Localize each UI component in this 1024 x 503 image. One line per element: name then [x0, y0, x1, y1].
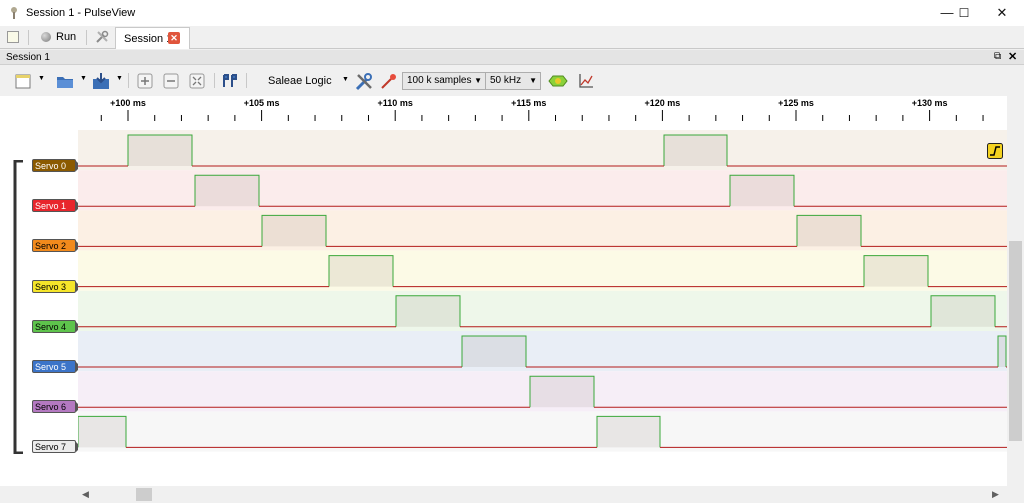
run-button[interactable]: Run — [38, 29, 78, 46]
zoom-out-icon[interactable] — [162, 72, 180, 90]
tab-session-1[interactable]: Session 1 ✕ — [115, 27, 190, 49]
time-ruler[interactable]: +100 ms +105 ms +110 ms +115 ms +120 ms +125 … — [78, 96, 1007, 130]
pulse-high-region — [730, 175, 794, 207]
ruler-tick-label: +115 ms — [511, 98, 547, 108]
channel-label-servo-4[interactable]: Servo 4 — [32, 319, 81, 333]
device-selector[interactable]: Saleae Logic ▼ — [256, 72, 352, 90]
title-bar: Session 1 - PulseView — ☐ ✕ — [0, 0, 1024, 26]
toolbar-separator — [246, 73, 247, 88]
scroll-left-icon[interactable]: ◀ — [82, 489, 89, 500]
channel-group-bracket — [13, 160, 23, 454]
session-dock-title: Session 1 — [6, 52, 50, 63]
new-view-icon[interactable] — [7, 31, 19, 43]
pulseview-app-icon — [11, 7, 17, 19]
toolbar-separator — [214, 73, 215, 88]
close-window-button[interactable]: ✕ — [985, 0, 1019, 26]
horizontal-scroll-thumb[interactable] — [136, 488, 152, 501]
channel-label-servo-0[interactable]: Servo 0 — [32, 159, 81, 172]
chevron-down-icon: ▼ — [474, 76, 482, 85]
zoom-in-icon[interactable] — [136, 72, 154, 90]
pulse-high-region — [998, 336, 1006, 367]
ruler-tick-label: +130 ms — [911, 98, 948, 108]
pulse-high-region — [262, 215, 326, 247]
probe-channels-icon[interactable] — [380, 72, 398, 90]
device-config-tools-icon[interactable] — [354, 72, 374, 92]
pulse-high-region — [329, 255, 393, 287]
channel-row-background — [78, 411, 1007, 452]
chevron-down-icon: ▼ — [342, 76, 349, 83]
channel-label-servo-7[interactable]: Servo 7 — [32, 440, 81, 454]
ruler-tick-label: +110 ms — [377, 98, 413, 108]
pulse-high-region — [664, 135, 727, 166]
pulse-high-region — [396, 295, 460, 327]
add-decoder-icon[interactable] — [548, 72, 568, 90]
channel-label-servo-6[interactable]: Servo 6 — [32, 400, 81, 414]
channel-label-servo-5[interactable]: Servo 5 — [32, 360, 81, 373]
pulse-high-region — [195, 175, 259, 207]
vertical-scrollbar[interactable] — [1007, 96, 1024, 486]
device-name: Saleae Logic — [268, 75, 332, 87]
settings-tools-icon[interactable] — [95, 30, 109, 44]
channel-row-background — [78, 331, 1007, 372]
window-title: Session 1 - PulseView — [26, 7, 136, 19]
channel-label-servo-2[interactable]: Servo 2 — [32, 239, 81, 253]
chevron-down-icon[interactable]: ▼ — [80, 75, 87, 82]
vertical-scroll-thumb[interactable] — [1009, 241, 1022, 441]
chevron-down-icon[interactable]: ▼ — [116, 75, 123, 82]
maximize-button[interactable]: ☐ — [947, 0, 981, 26]
session-toolbar: ▼ ▼ ▼ Saleae Logic ▼ 100 k samples ▼ 50 … — [0, 66, 1024, 96]
ruler-tick-label: +100 ms — [110, 98, 146, 108]
pulse-high-region — [462, 336, 526, 367]
float-dock-icon[interactable]: ⧉ — [994, 51, 1001, 62]
toolbar-separator — [86, 30, 87, 45]
chevron-down-icon: ▼ — [529, 76, 537, 85]
channel-row-background — [78, 290, 1007, 331]
new-session-icon[interactable] — [14, 72, 32, 90]
sample-count-select[interactable]: 100 k samples ▼ — [402, 72, 486, 90]
session-tab-label: Session 1 — [124, 33, 173, 45]
ruler-tick-label: +125 ms — [778, 98, 814, 108]
math-channel-icon[interactable] — [577, 72, 595, 90]
channel-label-servo-1[interactable]: Servo 1 — [32, 199, 81, 213]
close-tab-icon[interactable]: ✕ — [168, 32, 180, 44]
pulse-high-region — [931, 295, 995, 327]
samplerate-value: 50 kHz — [490, 75, 522, 86]
open-file-icon[interactable] — [56, 72, 74, 90]
toolbar-separator — [128, 73, 129, 88]
run-status-icon — [41, 32, 51, 42]
channel-label-servo-3[interactable]: Servo 3 — [32, 279, 81, 293]
pulse-high-region — [864, 255, 928, 287]
ruler-tick-label: +105 ms — [243, 98, 280, 108]
main-tab-bar: Run Session 1 ✕ — [0, 26, 1024, 49]
cursors-icon[interactable] — [220, 72, 238, 90]
pulse-high-region — [530, 376, 594, 408]
scroll-right-icon[interactable]: ▶ — [992, 489, 999, 500]
signal-traces — [78, 130, 1007, 452]
horizontal-scrollbar[interactable]: ◀ ▶ — [78, 486, 1007, 503]
channel-row-background — [78, 130, 1007, 171]
trace-view[interactable] — [78, 130, 1007, 486]
samplerate-select[interactable]: 50 kHz ▼ — [485, 72, 541, 90]
chevron-down-icon[interactable]: ▼ — [38, 75, 45, 82]
run-label: Run — [56, 31, 77, 43]
toolbar-separator — [28, 30, 29, 45]
save-file-icon[interactable] — [92, 72, 110, 90]
pulse-high-region — [78, 416, 126, 448]
sample-count-value: 100 k samples — [407, 75, 472, 86]
session-dock-header: Session 1 ⧉ ✕ — [0, 50, 1024, 65]
ruler-tick-label: +120 ms — [644, 98, 681, 108]
close-dock-icon[interactable]: ✕ — [1008, 50, 1017, 63]
zoom-fit-icon[interactable] — [188, 72, 206, 90]
rising-edge-trigger-icon[interactable] — [987, 143, 1003, 159]
channel-row-background — [78, 210, 1007, 251]
pulse-high-region — [597, 416, 660, 448]
pulse-high-region — [128, 135, 192, 166]
pulse-high-region — [797, 215, 861, 247]
channel-header-panel: Servo 0 Servo 1 Servo 2 Servo 3 Servo 4 Servo… — [0, 96, 81, 486]
